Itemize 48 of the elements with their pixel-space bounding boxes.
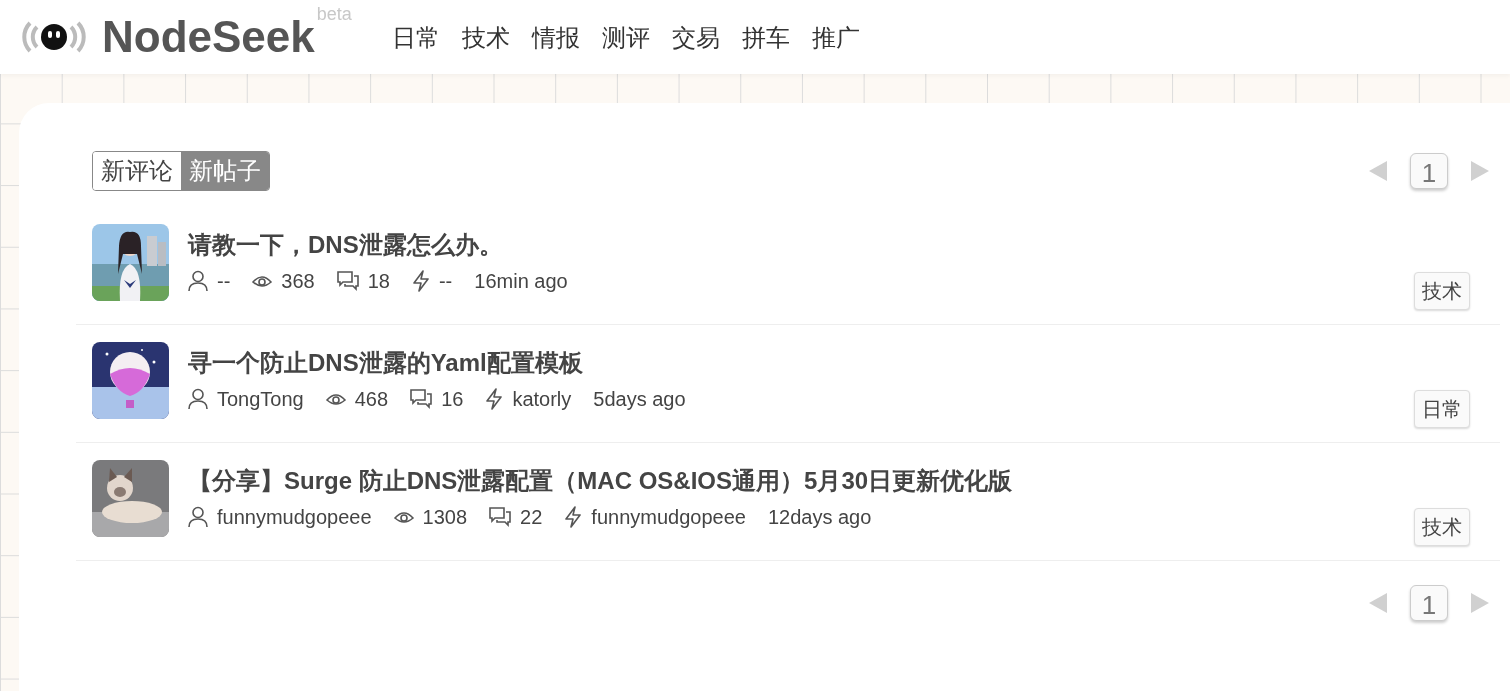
eye-icon xyxy=(325,391,346,407)
page-button[interactable]: 1 xyxy=(1410,153,1448,189)
post-time: 12days ago xyxy=(767,505,872,530)
last-reply-user[interactable]: funnymudgopeee xyxy=(591,502,746,532)
author-name[interactable]: -- xyxy=(217,266,231,296)
next-page-icon[interactable] xyxy=(1470,592,1490,614)
lightning-icon xyxy=(485,388,504,410)
tab[interactable]: 新帖子 xyxy=(181,152,269,190)
previous-page-icon[interactable] xyxy=(1368,160,1388,182)
comments-icon xyxy=(410,389,433,409)
category-tag[interactable]: 技术 xyxy=(1414,272,1470,310)
nav-link[interactable]: 日常 xyxy=(391,20,440,56)
previous-page-icon[interactable] xyxy=(1368,592,1388,614)
nav-link[interactable]: 情报 xyxy=(531,20,580,56)
category-tag[interactable]: 日常 xyxy=(1414,390,1470,428)
user-icon xyxy=(188,506,208,528)
last-reply-user[interactable]: -- xyxy=(438,266,453,296)
post-title[interactable]: 寻一个防止DNS泄露的Yaml配置模板 xyxy=(188,346,1414,380)
view-count: 1308 xyxy=(422,505,468,530)
site-logo[interactable]: NodeSeek xyxy=(102,15,315,59)
post-title[interactable]: 【分享】Surge 防止DNS泄露配置（MAC OS&IOS通用）5月30日更新优化版 xyxy=(188,464,1414,498)
nav-link[interactable]: 技术 xyxy=(461,20,510,56)
post-time: 16min ago xyxy=(474,269,568,294)
eye-icon xyxy=(393,509,414,525)
nav-link[interactable]: 推广 xyxy=(811,20,860,56)
lightning-icon xyxy=(564,506,583,528)
comments-icon xyxy=(336,271,359,291)
comment-count: 18 xyxy=(367,269,390,294)
eye-icon xyxy=(252,273,273,289)
user-icon xyxy=(188,388,208,410)
comment-count: 16 xyxy=(441,387,464,412)
category-tag[interactable]: 技术 xyxy=(1414,508,1470,546)
author-name[interactable]: funnymudgopeee xyxy=(217,502,372,532)
nav-link[interactable]: 测评 xyxy=(601,20,650,56)
lightning-icon xyxy=(411,270,430,292)
comment-count: 22 xyxy=(520,505,543,530)
view-count: 368 xyxy=(281,269,315,294)
user-icon xyxy=(188,270,208,292)
page-button[interactable]: 1 xyxy=(1410,585,1448,621)
nav-link[interactable]: 交易 xyxy=(671,20,720,56)
nav-link[interactable]: 拼车 xyxy=(741,20,790,56)
next-page-icon[interactable] xyxy=(1470,160,1490,182)
last-reply-user[interactable]: katorly xyxy=(512,384,572,414)
post-time: 5days ago xyxy=(593,387,686,412)
post-title[interactable]: 请教一下，DNS泄露怎么办。 xyxy=(188,228,1414,262)
comments-icon xyxy=(489,507,512,527)
view-count: 468 xyxy=(354,387,389,412)
author-name[interactable]: TongTong xyxy=(217,384,304,414)
